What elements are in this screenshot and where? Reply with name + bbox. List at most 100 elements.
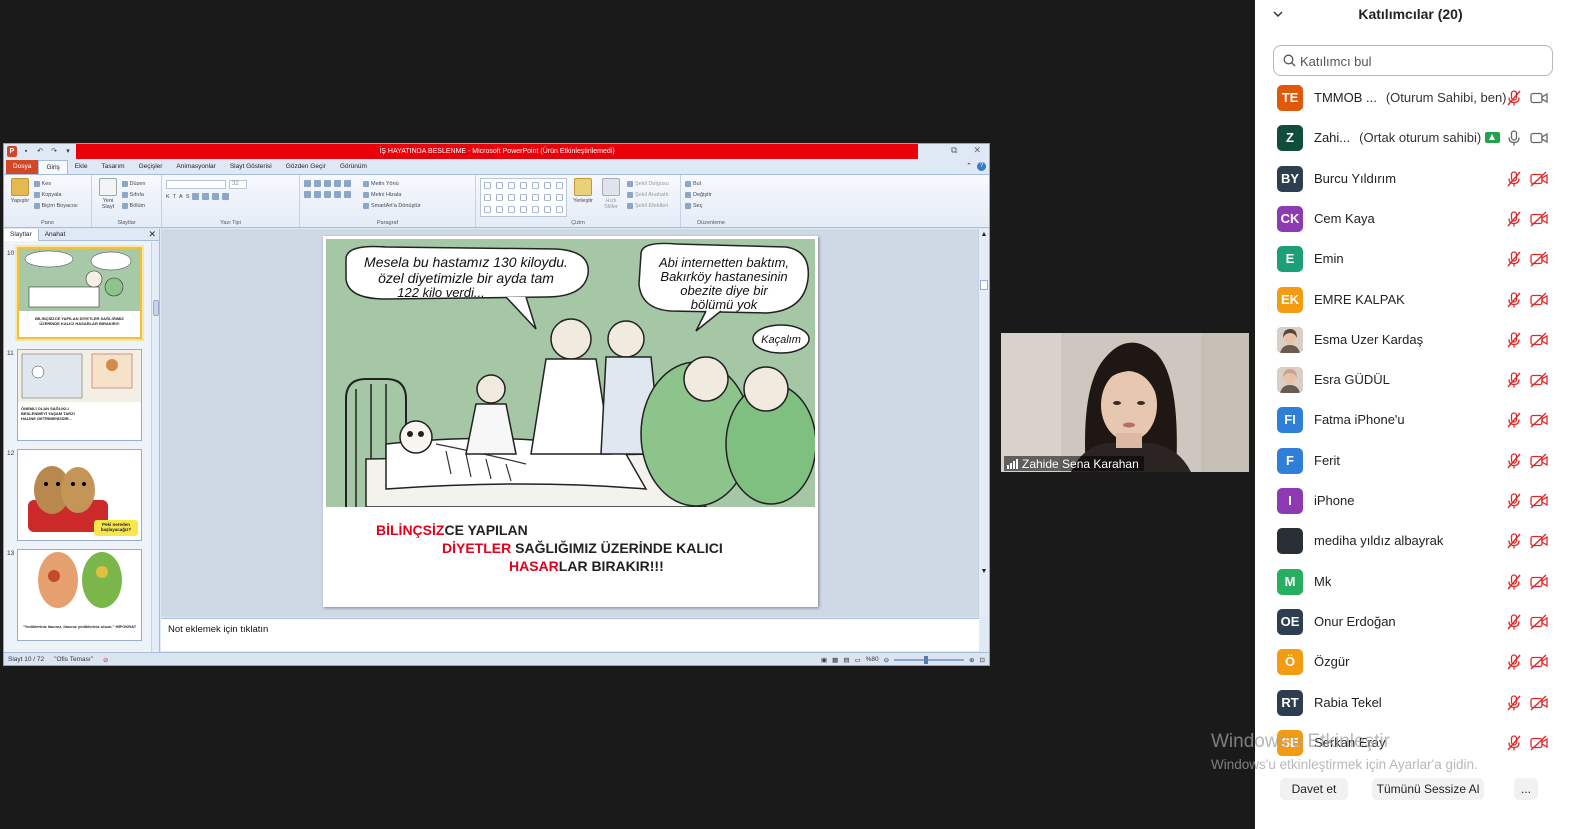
mic-muted-icon[interactable]	[1505, 250, 1523, 268]
participant-row[interactable]: BY Burcu Yıldırım	[1255, 159, 1596, 199]
slide-thumbnail-11[interactable]: ÖNEMLİ OLAN SAĞLIKLI BESLENMEYİ YAŞAM TA…	[17, 349, 142, 441]
current-slide[interactable]: Mesela bu hastamız 130 kiloydu. özel diy…	[323, 236, 818, 607]
tab-insert[interactable]: Ekle	[68, 160, 95, 174]
spellcheck-icon[interactable]: ⊘	[103, 656, 108, 664]
shape-fill-button[interactable]: Şekil Dolgusu	[627, 178, 669, 189]
slide-scrollbar[interactable]: ▲ ▼	[978, 229, 989, 617]
layout-button[interactable]: Düzen	[121, 178, 145, 189]
mic-icon[interactable]	[1505, 129, 1523, 147]
tab-design[interactable]: Tasarım	[94, 160, 131, 174]
participant-row[interactable]: IiPhone	[1255, 481, 1596, 521]
notes-pane[interactable]: Not eklemek için tıklatın	[161, 618, 979, 651]
mute-all-button[interactable]: Tümünü Sessize Al	[1372, 778, 1484, 800]
font-size-box[interactable]: 32	[229, 180, 247, 189]
align-right-icon[interactable]	[324, 191, 331, 198]
mic-muted-icon[interactable]	[1505, 573, 1523, 591]
participant-row[interactable]: Esma Uzer Kardaş	[1255, 320, 1596, 360]
mic-muted-icon[interactable]	[1505, 331, 1523, 349]
participant-row[interactable]: Z Zahi... (Ortak oturum sahibi)	[1255, 118, 1596, 158]
new-slide-button[interactable]: Yeni Slayt	[96, 178, 120, 210]
find-button[interactable]: Bul	[685, 178, 737, 189]
tab-slideshow[interactable]: Slayt Gösterisi	[223, 160, 279, 174]
participant-row[interactable]: TE TMMOB ... (Oturum Sahibi, ben)	[1255, 78, 1596, 118]
participant-search[interactable]	[1273, 45, 1553, 76]
copy-button[interactable]: Kopyala	[33, 189, 78, 200]
spacing-icon[interactable]	[202, 193, 210, 200]
camera-off-icon[interactable]	[1529, 371, 1549, 389]
camera-off-icon[interactable]	[1529, 613, 1549, 631]
participant-row[interactable]: Ö Özgür	[1255, 642, 1596, 682]
mic-muted-icon[interactable]	[1505, 694, 1523, 712]
participant-row[interactable]: SE Serkan Eray	[1255, 723, 1596, 763]
camera-off-icon[interactable]	[1529, 734, 1549, 752]
numbering-icon[interactable]	[314, 180, 321, 187]
align-text-button[interactable]: Metni Hizala	[363, 189, 421, 200]
mic-muted-icon[interactable]	[1505, 210, 1523, 228]
camera-off-icon[interactable]	[1529, 170, 1549, 188]
font-name-box[interactable]	[166, 180, 226, 189]
scroll-thumb[interactable]	[153, 300, 159, 316]
case-icon[interactable]	[212, 193, 220, 200]
columns-icon[interactable]	[344, 191, 351, 198]
slideshow-view-icon[interactable]: ▭	[854, 656, 860, 664]
mic-muted-icon[interactable]	[1505, 291, 1523, 309]
strike-button[interactable]: S	[186, 194, 190, 200]
invite-button[interactable]: Davet et	[1280, 778, 1348, 800]
mic-muted-icon[interactable]	[1505, 452, 1523, 470]
camera-off-icon[interactable]	[1529, 291, 1549, 309]
thumb-scrollbar[interactable]	[151, 242, 159, 652]
camera-off-icon[interactable]	[1529, 411, 1549, 429]
mic-muted-icon[interactable]	[1505, 371, 1523, 389]
participant-row[interactable]: M Mk	[1255, 562, 1596, 602]
mic-muted-icon[interactable]	[1505, 89, 1523, 107]
reset-button[interactable]: Sıfırla	[121, 189, 146, 200]
zoom-in-icon[interactable]: ⊕	[969, 656, 974, 664]
tab-outline[interactable]: Anahat	[39, 229, 72, 241]
redo-icon[interactable]: ↷	[49, 146, 59, 157]
participant-row[interactable]: RT Rabia Tekel	[1255, 683, 1596, 723]
fit-window-icon[interactable]: ⊡	[980, 656, 985, 664]
mic-muted-icon[interactable]	[1505, 613, 1523, 631]
bullets-icon[interactable]	[304, 180, 311, 187]
camera-off-icon[interactable]	[1529, 492, 1549, 510]
slide-thumbnail-10[interactable]: BİLİNÇSİZCE YAPILAN DİYETLER SAĞLIĞIMIZ …	[17, 247, 142, 339]
participant-row[interactable]: F Ferit	[1255, 441, 1596, 481]
save-icon[interactable]: ▪	[21, 146, 31, 157]
restore-icon[interactable]: ⧉	[951, 145, 957, 156]
font-color-icon[interactable]	[222, 193, 230, 200]
scroll-down-icon[interactable]: ▼	[979, 568, 989, 575]
align-center-icon[interactable]	[314, 191, 321, 198]
align-left-icon[interactable]	[304, 191, 311, 198]
zoom-slider[interactable]	[894, 655, 965, 664]
section-button[interactable]: Bölüm	[121, 200, 146, 211]
tab-view[interactable]: Görünüm	[333, 160, 374, 174]
cut-button[interactable]: Kes	[33, 178, 78, 189]
slide-thumbnail-13[interactable]: "Yediklerinîz ilacınız, ilacınız yedikle…	[17, 549, 142, 641]
slide-thumbnail-12[interactable]: Peki nereden başlayacağız?	[17, 449, 142, 541]
camera-off-icon[interactable]	[1529, 331, 1549, 349]
select-button[interactable]: Seç	[685, 200, 737, 211]
line-spacing-icon[interactable]	[344, 180, 351, 187]
participant-row[interactable]: Esra GÜDÜL	[1255, 360, 1596, 400]
participant-row[interactable]: E Emin	[1255, 239, 1596, 279]
customize-icon[interactable]: ▾	[63, 146, 73, 157]
mic-muted-icon[interactable]	[1505, 492, 1523, 510]
tab-transitions[interactable]: Geçişler	[132, 160, 170, 174]
camera-off-icon[interactable]	[1529, 694, 1549, 712]
smartart-button[interactable]: SmartArt'a Dönüştür	[363, 200, 421, 211]
tab-file[interactable]: Dosya	[6, 160, 39, 174]
bold-button[interactable]: K	[166, 194, 170, 200]
search-input[interactable]	[1300, 51, 1540, 71]
camera-off-icon[interactable]	[1529, 210, 1549, 228]
camera-icon[interactable]	[1529, 89, 1549, 107]
scroll-up-icon[interactable]: ▲	[979, 231, 989, 238]
indent-icon[interactable]	[324, 180, 331, 187]
camera-off-icon[interactable]	[1529, 653, 1549, 671]
italic-button[interactable]: T	[173, 194, 176, 200]
camera-off-icon[interactable]	[1529, 532, 1549, 550]
shadow-icon[interactable]	[192, 193, 200, 200]
close-icon[interactable]: ✕	[973, 145, 981, 156]
minimize-ribbon-icon[interactable]: ⌃	[966, 162, 972, 171]
camera-off-icon[interactable]	[1529, 573, 1549, 591]
outdent-icon[interactable]	[334, 180, 341, 187]
